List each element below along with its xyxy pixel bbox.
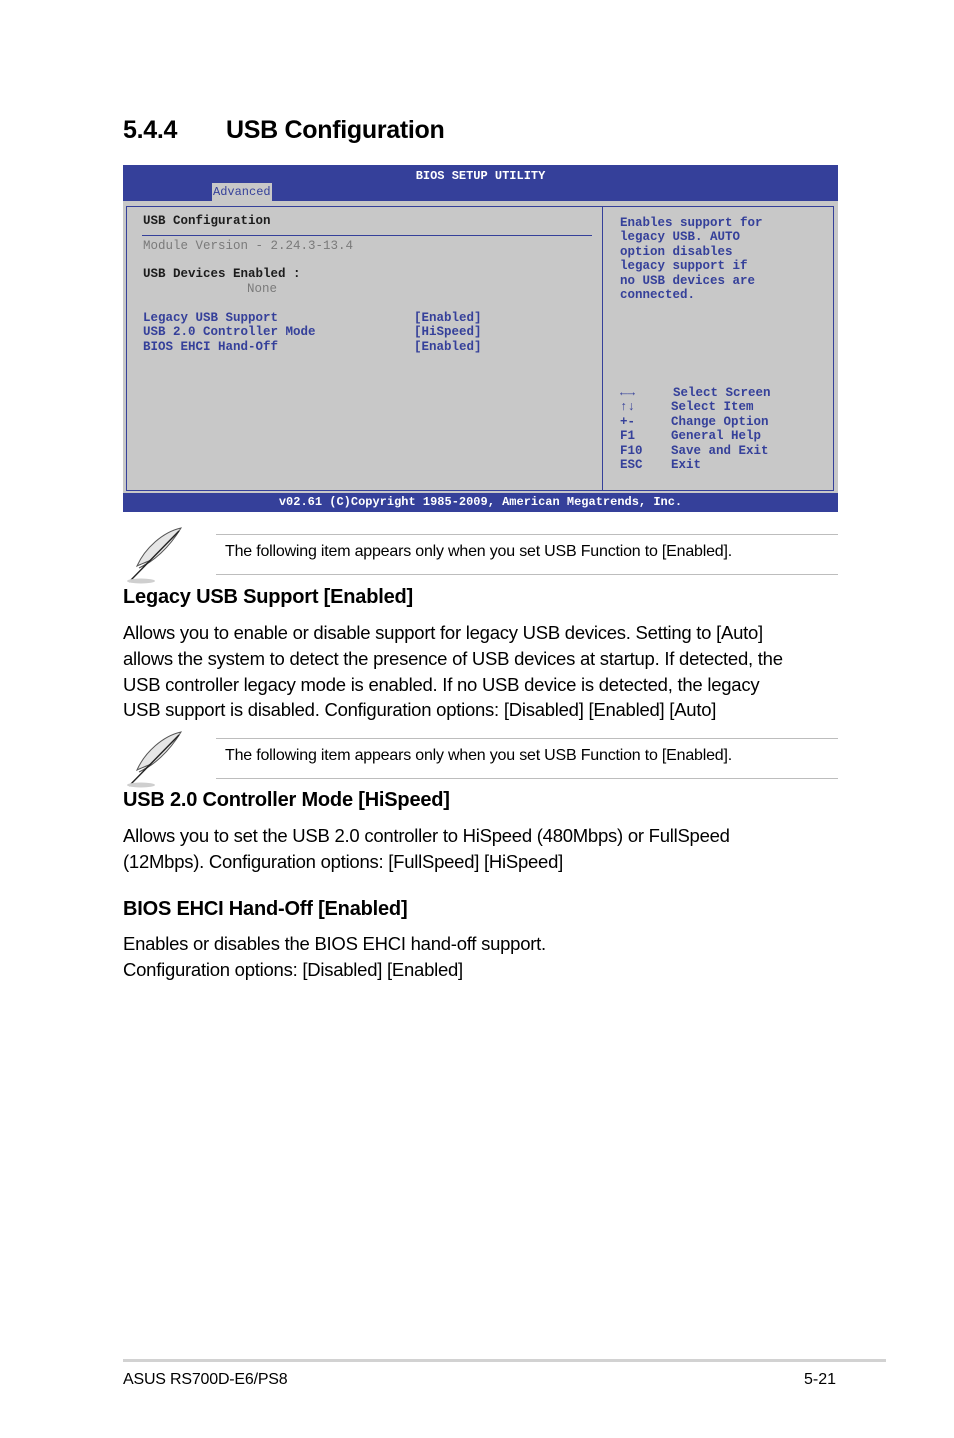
divider bbox=[216, 574, 838, 575]
bios-main-panel: USB Configuration Module Version - 2.24.… bbox=[126, 206, 603, 491]
body-line: USB support is disabled. Configuration o… bbox=[123, 699, 717, 721]
body-line: Allows you to enable or disable support … bbox=[123, 622, 763, 643]
subsection-body: Allows you to set the USB 2.0 controller… bbox=[123, 823, 843, 875]
page-number: 5-21 bbox=[804, 1371, 837, 1388]
bios-item-legacy-usb[interactable]: Legacy USB Support bbox=[143, 311, 278, 326]
body-line: allows the system to detect the presence… bbox=[123, 647, 783, 669]
tab-advanced[interactable]: Advanced bbox=[212, 183, 272, 201]
bios-help-panel: Enables support for legacy USB. AUTO opt… bbox=[603, 206, 834, 491]
bios-value-ehci-handoff[interactable]: [Enabled] bbox=[414, 340, 482, 355]
body-line: Allows you to set the USB 2.0 controller… bbox=[123, 825, 730, 846]
subsection-body: Allows you to enable or disable support … bbox=[123, 620, 843, 723]
key-f10: F10 bbox=[620, 444, 643, 458]
bios-header: BIOS SETUP UTILITY Advanced bbox=[123, 165, 838, 201]
usb-devices-label: USB Devices Enabled : bbox=[143, 267, 301, 281]
footer-divider bbox=[123, 1359, 886, 1362]
key-action: General Help bbox=[671, 429, 762, 443]
footer-product: ASUS RS700D-E6/PS8 bbox=[123, 1371, 288, 1388]
bios-item-usb2-mode[interactable]: USB 2.0 Controller Mode bbox=[143, 325, 316, 340]
help-line: Enables support for bbox=[620, 216, 763, 230]
module-version: Module Version - 2.24.3-13.4 bbox=[143, 239, 354, 253]
help-line: legacy USB. AUTO bbox=[620, 230, 741, 244]
bios-panel-heading: USB Configuration bbox=[143, 214, 271, 228]
help-line: no USB devices are bbox=[620, 274, 756, 288]
divider bbox=[142, 235, 592, 236]
body-line: USB controller legacy mode is enabled. I… bbox=[123, 673, 760, 695]
usb-devices-value: None bbox=[247, 282, 278, 296]
note-text: The following item appears only when you… bbox=[225, 543, 732, 560]
key-action: Change Option bbox=[671, 415, 769, 429]
help-line: connected. bbox=[620, 288, 696, 302]
divider bbox=[216, 738, 838, 739]
divider bbox=[216, 778, 838, 779]
body-line: Enables or disables the BIOS EHCI hand-o… bbox=[123, 933, 546, 954]
subsection-heading: USB 2.0 Controller Mode [HiSpeed] bbox=[123, 789, 450, 811]
bios-item-ehci-handoff[interactable]: BIOS EHCI Hand-Off bbox=[143, 340, 278, 355]
note-text: The following item appears only when you… bbox=[225, 747, 732, 764]
body-line: (12Mbps). Configuration options: [FullSp… bbox=[123, 850, 564, 872]
subsection-body: Enables or disables the BIOS EHCI hand-o… bbox=[123, 931, 843, 983]
feather-pen-icon bbox=[127, 527, 183, 584]
key-f1: F1 bbox=[620, 429, 636, 443]
key-action: Save and Exit bbox=[671, 444, 769, 458]
body-line: Configuration options: [Disabled] [Enabl… bbox=[123, 958, 463, 980]
bios-copyright: v02.61 (C)Copyright 1985-2009, American … bbox=[123, 493, 838, 512]
subsection-heading: BIOS EHCI Hand-Off [Enabled] bbox=[123, 898, 408, 920]
section-heading: USB Configuration bbox=[226, 116, 445, 144]
note-box: The following item appears only when you… bbox=[123, 527, 838, 584]
help-line: legacy support if bbox=[620, 259, 748, 273]
key-arrows-lr: ←→ bbox=[620, 386, 636, 400]
feather-pen-icon bbox=[127, 731, 183, 788]
divider bbox=[216, 534, 838, 535]
bios-value-legacy-usb[interactable]: [Enabled] bbox=[414, 311, 482, 326]
bios-title: BIOS SETUP UTILITY bbox=[415, 169, 546, 183]
note-box: The following item appears only when you… bbox=[123, 731, 838, 788]
help-line: option disables bbox=[620, 245, 733, 259]
section-number: 5.4.4 bbox=[123, 116, 178, 144]
key-action: Exit bbox=[671, 458, 702, 472]
bios-value-usb2-mode[interactable]: [HiSpeed] bbox=[414, 325, 482, 340]
key-arrows-ud: ↑↓ bbox=[620, 400, 636, 414]
bios-screenshot: BIOS SETUP UTILITY Advanced USB Configur… bbox=[123, 165, 838, 512]
key-action: Select Item bbox=[671, 400, 754, 414]
section-title: 5.4.4 USB Configuration bbox=[123, 116, 445, 145]
subsection-heading: Legacy USB Support [Enabled] bbox=[123, 586, 413, 608]
key-action: Select Screen bbox=[673, 386, 771, 400]
key-plus-minus: +- bbox=[620, 415, 636, 429]
key-esc: ESC bbox=[620, 458, 643, 472]
